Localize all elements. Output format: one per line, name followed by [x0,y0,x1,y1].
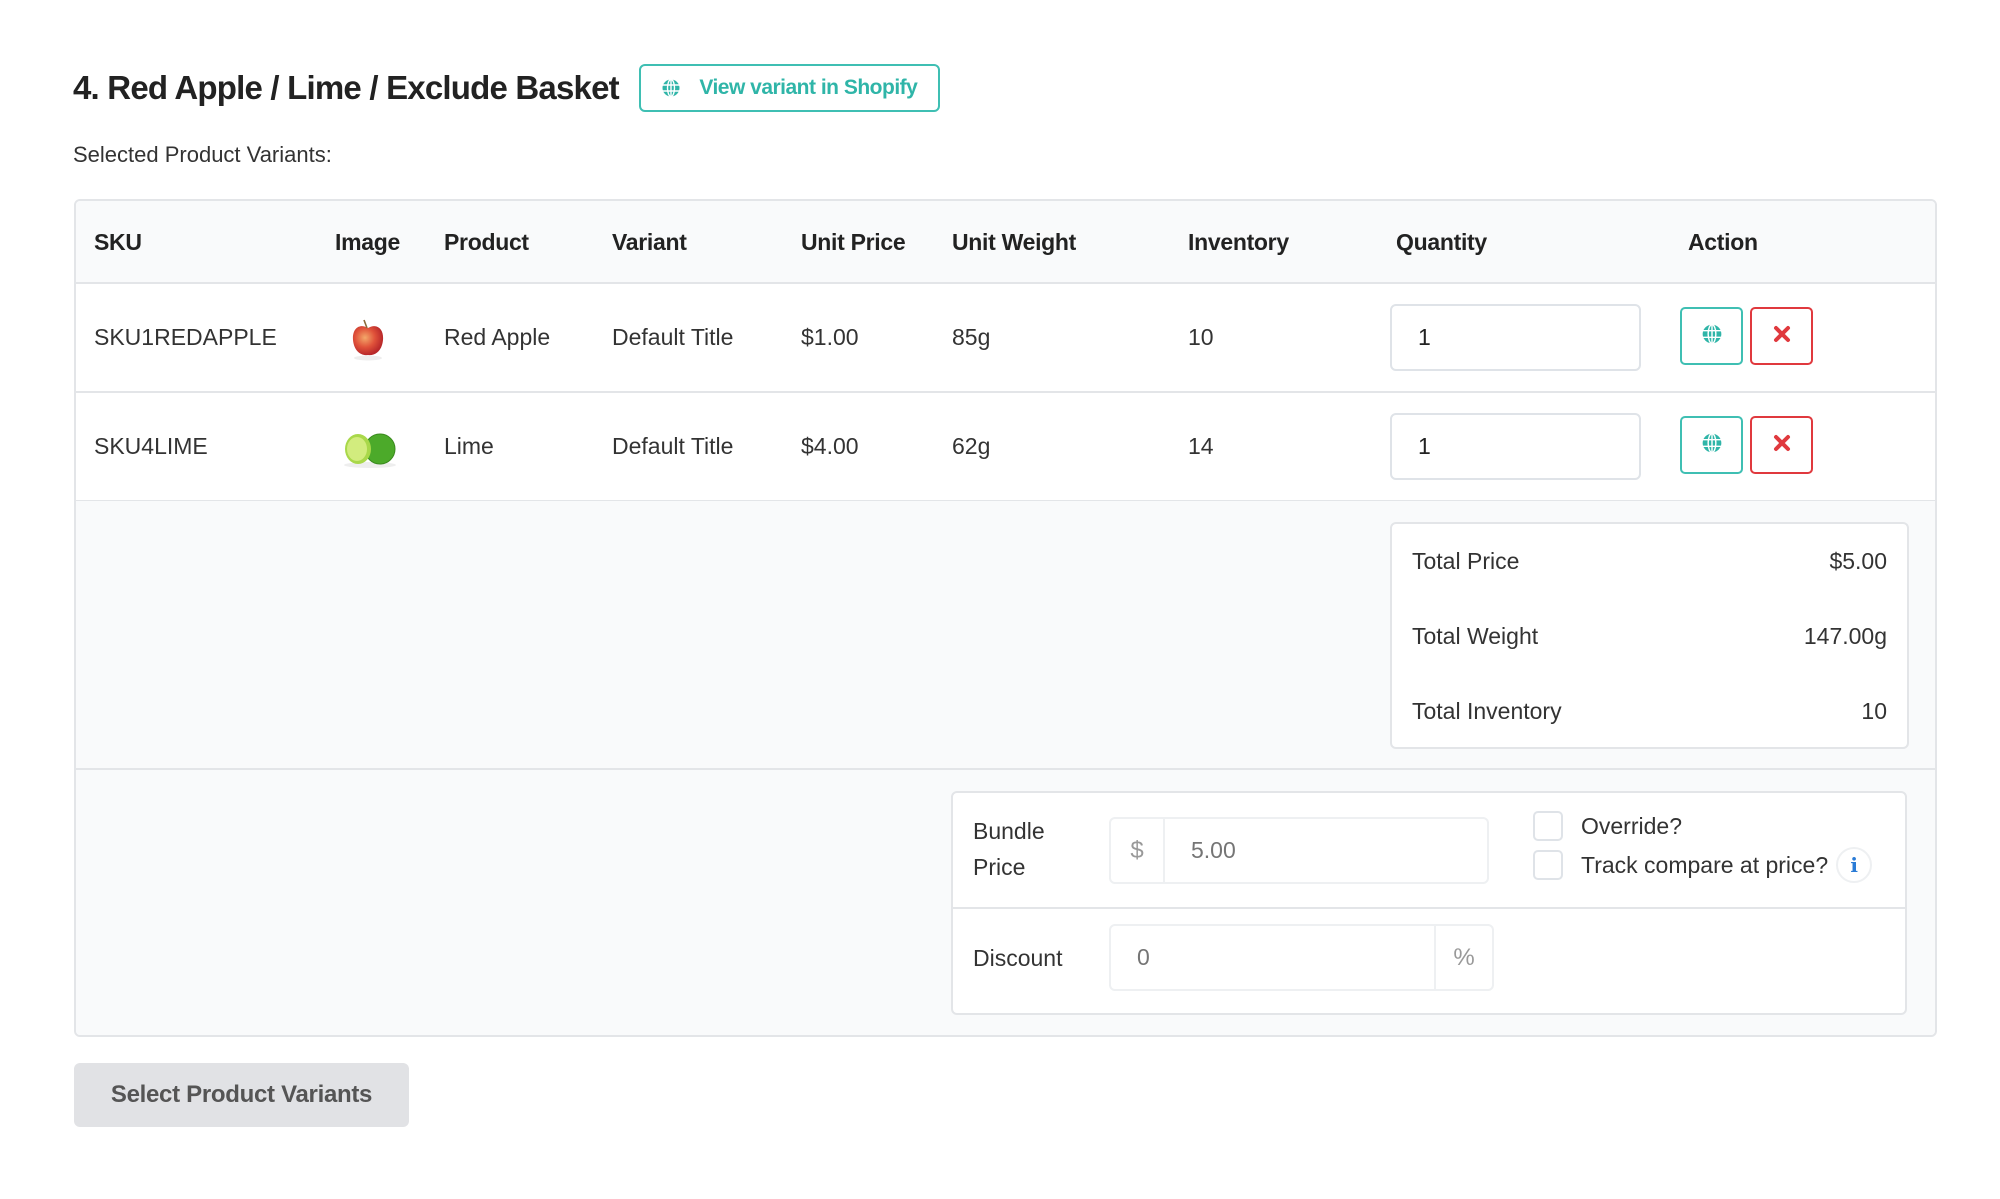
total-weight-row: Total Weight 147.00g [1412,623,1887,653]
globe-icon [1701,323,1723,350]
bundle-price-label: Bundle Price [973,818,1045,880]
column-header-quantity: Quantity [1396,229,1487,255]
globe-icon [661,78,681,98]
discount-input[interactable] [1111,926,1434,989]
total-price-value: $5.00 [1829,548,1887,574]
unit-weight-cell: 62g [952,433,991,459]
variants-table: SKU Image Product Variant Unit Price Uni… [74,199,1937,1037]
currency-addon: $ [1111,819,1165,882]
bundle-divider [953,907,1905,909]
view-in-shopify-button[interactable] [1680,307,1743,365]
unit-price-cell: $1.00 [801,324,859,350]
variant-cell: Default Title [612,324,734,350]
table-row: SKU4LIME Lime Default Title $4.00 62g 14 [76,393,1935,502]
track-compare-label: Track compare at price? [1581,851,1829,878]
quantity-input[interactable] [1390,413,1641,480]
unit-price-cell: $4.00 [801,433,859,459]
globe-icon [1701,432,1723,459]
override-option: Override? [1533,811,1682,841]
totals-section: Total Price $5.00 Total Weight 147.00g T… [76,501,1935,770]
column-header-action: Action [1688,229,1758,255]
sku-cell: SKU4LIME [94,433,208,459]
bundle-price-input-group: $ [1109,817,1489,884]
close-icon [1773,325,1791,348]
total-price-label: Total Price [1412,548,1520,574]
total-price-row: Total Price $5.00 [1412,548,1887,578]
column-header-image: Image [335,229,400,255]
column-header-unit-weight: Unit Weight [952,229,1077,255]
variant-cell: Default Title [612,433,734,459]
view-variant-in-shopify-button[interactable]: View variant in Shopify [638,64,940,112]
total-weight-label: Total Weight [1412,623,1539,649]
bundle-pricing-box: Bundle Price $ Override? Track compare a… [951,791,1907,1015]
total-inventory-value: 10 [1861,698,1887,724]
selected-variants-heading: Selected Product Variants: [73,142,332,167]
override-checkbox[interactable] [1533,811,1563,841]
inventory-cell: 10 [1188,324,1214,350]
percent-addon: % [1434,926,1492,989]
red-apple-image [344,314,392,362]
override-label: Override? [1581,812,1682,839]
close-icon [1773,434,1791,457]
track-compare-checkbox[interactable] [1533,850,1563,880]
lime-image [338,423,402,471]
table-row: SKU1REDAPPLE Red Apple Default Title $1.… [76,284,1935,393]
unit-weight-cell: 85g [952,324,991,350]
bundle-pricing-section: Bundle Price $ Override? Track compare a… [76,770,1935,1035]
total-inventory-row: Total Inventory 10 [1412,698,1887,728]
title-row: 4. Red Apple / Lime / Exclude Basket Vie… [73,64,940,112]
sku-cell: SKU1REDAPPLE [94,324,277,350]
discount-label: Discount [973,945,1063,971]
column-header-product: Product [444,229,529,255]
view-variant-label: View variant in Shopify [699,76,918,99]
track-compare-option: Track compare at price? i [1533,847,1873,883]
column-header-inventory: Inventory [1188,229,1289,255]
table-header: SKU Image Product Variant Unit Price Uni… [76,201,1935,284]
page-title: 4. Red Apple / Lime / Exclude Basket [73,69,620,106]
totals-box: Total Price $5.00 Total Weight 147.00g T… [1390,522,1909,749]
column-header-variant: Variant [612,229,687,255]
bundle-price-input[interactable] [1165,819,1487,882]
view-in-shopify-button[interactable] [1680,416,1743,474]
discount-input-group: % [1109,924,1494,991]
select-product-variants-button[interactable]: Select Product Variants [74,1063,409,1127]
quantity-input[interactable] [1390,304,1641,371]
product-cell: Lime [444,433,494,459]
product-cell: Red Apple [444,324,551,350]
info-icon[interactable]: i [1836,847,1873,883]
total-weight-value: 147.00g [1803,623,1887,649]
column-header-sku: SKU [94,229,142,255]
remove-variant-button[interactable] [1750,416,1813,474]
inventory-cell: 14 [1188,433,1214,459]
column-header-unit-price: Unit Price [801,229,906,255]
remove-variant-button[interactable] [1750,307,1813,365]
total-inventory-label: Total Inventory [1412,698,1562,724]
